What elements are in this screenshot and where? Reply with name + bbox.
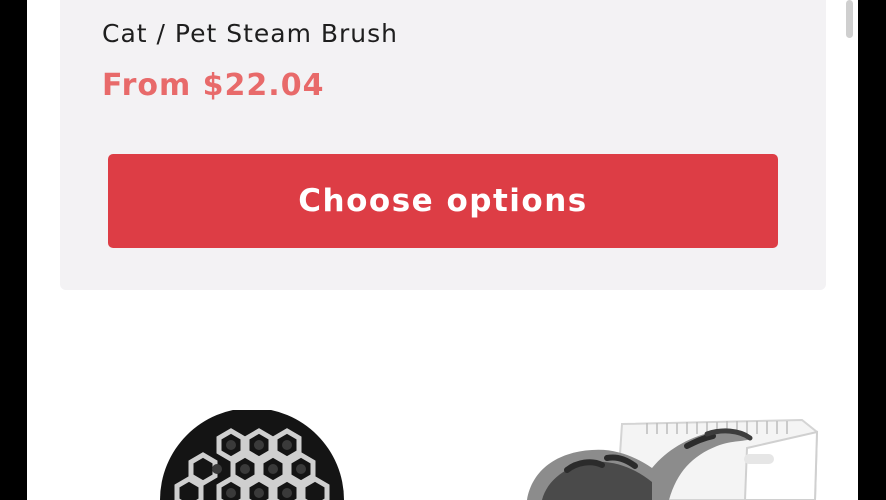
litter-mat-icon bbox=[160, 410, 344, 500]
next-product-image[interactable] bbox=[147, 410, 827, 500]
product-price: From $22.04 bbox=[102, 68, 325, 103]
product-title[interactable]: Cat / Pet Steam Brush bbox=[102, 19, 398, 48]
product-card: Cat / Pet Steam Brush From $22.04 Choose… bbox=[60, 0, 826, 290]
scrollbar-thumb[interactable] bbox=[846, 0, 853, 38]
choose-options-button[interactable]: Choose options bbox=[108, 154, 778, 248]
scrollbar-track[interactable] bbox=[843, 0, 855, 500]
page-viewport: Cat / Pet Steam Brush From $22.04 Choose… bbox=[27, 0, 858, 500]
